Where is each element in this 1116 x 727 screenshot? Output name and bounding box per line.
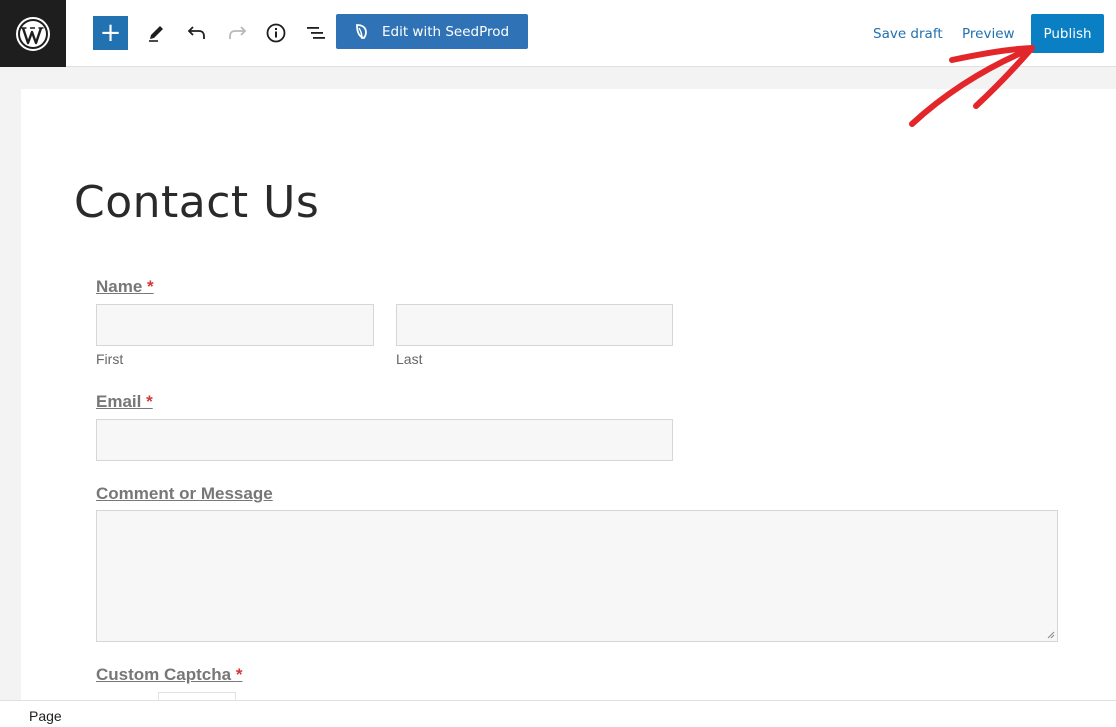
details-button[interactable] — [263, 19, 289, 47]
seedprod-leaf-icon — [354, 23, 370, 41]
resize-grip-icon[interactable] — [1047, 631, 1055, 639]
redo-button[interactable] — [224, 19, 250, 47]
wordpress-logo-button[interactable] — [0, 0, 66, 67]
required-mark: * — [147, 277, 154, 296]
required-mark: * — [235, 665, 243, 684]
redo-icon — [229, 26, 247, 39]
wordpress-logo-icon — [16, 16, 50, 51]
editor-canvas: Contact Us Name * First Last Email * Com… — [21, 89, 1116, 700]
email-input[interactable] — [96, 419, 673, 461]
block-breadcrumb-bar: Page — [0, 700, 1116, 727]
captcha-input[interactable] — [158, 692, 236, 700]
breadcrumb-page[interactable]: Page — [29, 708, 62, 724]
first-name-input[interactable] — [96, 304, 374, 346]
captcha-field-label: Custom Captcha * — [96, 665, 242, 685]
info-icon — [266, 23, 286, 43]
page-title[interactable]: Contact Us — [74, 177, 319, 228]
undo-icon — [187, 26, 205, 39]
email-field-label: Email * — [96, 392, 153, 412]
add-block-button[interactable]: + — [93, 16, 128, 50]
message-label-text: Comment or Message — [96, 484, 273, 503]
pencil-icon — [149, 26, 163, 42]
list-view-button[interactable] — [303, 19, 329, 47]
red-arrow-annotation — [909, 45, 1035, 127]
undo-button[interactable] — [184, 19, 210, 47]
message-textarea[interactable] — [96, 510, 1058, 642]
message-field-label: Comment or Message — [96, 484, 273, 504]
email-label-text: Email — [96, 392, 142, 411]
captcha-label-text: Custom Captcha — [96, 665, 232, 684]
list-view-icon — [307, 27, 325, 39]
last-name-sublabel: Last — [396, 351, 423, 367]
seedprod-button-label: Edit with SeedProd — [382, 23, 510, 40]
edit-with-seedprod-button[interactable]: Edit with SeedProd — [336, 14, 528, 49]
name-label-text: Name — [96, 277, 143, 296]
name-field-label: Name * — [96, 277, 154, 297]
first-name-sublabel: First — [96, 351, 124, 367]
tools-button[interactable] — [143, 19, 169, 47]
required-mark: * — [146, 392, 153, 411]
last-name-input[interactable] — [396, 304, 673, 346]
